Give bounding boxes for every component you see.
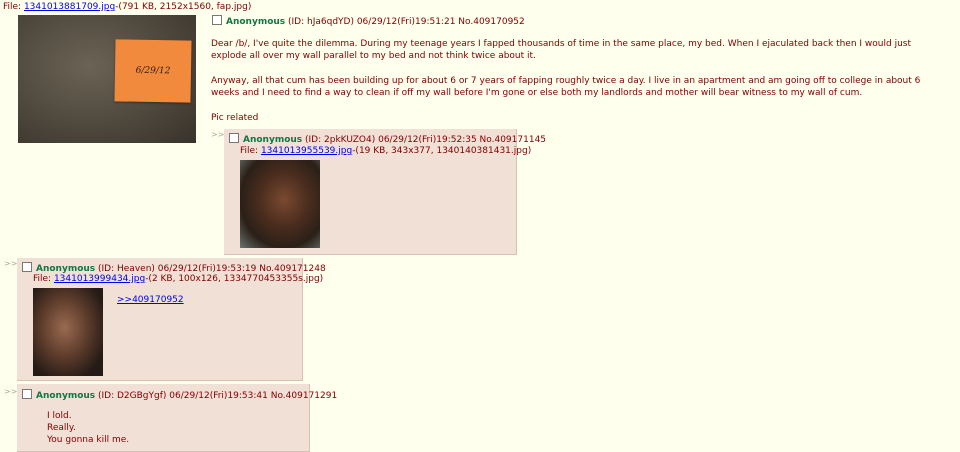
op-file-link[interactable]: 1341013881709.jpg bbox=[24, 2, 115, 12]
op-post-body: Dear /b/, I've quite the dilemma. During… bbox=[211, 38, 941, 137]
file-label: File: bbox=[33, 274, 54, 284]
post-checkbox[interactable] bbox=[22, 389, 32, 399]
file-label: File: bbox=[240, 146, 261, 156]
reply-thumbnail[interactable] bbox=[240, 160, 320, 248]
post-paragraph: Dear /b/, I've quite the dilemma. During… bbox=[211, 39, 911, 61]
reply-file-info: File: 1341013999434.jpg-(2 KB, 100x126, … bbox=[33, 274, 323, 284]
op-post-header: Anonymous (ID: hJa6qdYD) 06/29/12(Fri)19… bbox=[212, 15, 525, 27]
file-label: File: bbox=[3, 2, 24, 12]
op-file-info: File: 1341013881709.jpg-(791 KB, 2152x15… bbox=[3, 2, 251, 12]
poster-name: Anonymous bbox=[226, 17, 286, 27]
reply-header: Anonymous (ID: Heaven) 06/29/12(Fri)19:5… bbox=[22, 262, 326, 274]
post-meta: (ID: Heaven) 06/29/12(Fri)19:53:19 No.40… bbox=[95, 264, 326, 274]
file-details: -(791 KB, 2152x1560, fap.jpg) bbox=[115, 2, 252, 12]
post-meta: (ID: D2GBgYgf) 06/29/12(Fri)19:53:41 No.… bbox=[95, 391, 338, 401]
reply-file-info: File: 1341013955539.jpg-(19 KB, 343x377,… bbox=[240, 146, 531, 156]
reply-file-link[interactable]: 1341013955539.jpg bbox=[261, 146, 352, 156]
post-meta: (ID: hJa6qdYD) 06/29/12(Fri)19:51:21 No.… bbox=[285, 17, 525, 27]
post-paragraph: Anyway, all that cum has been building u… bbox=[211, 76, 921, 98]
post-meta: (ID: 2pkKUZO4) 06/29/12(Fri)19:52:35 No.… bbox=[302, 135, 547, 145]
reply-arrows: >> bbox=[4, 387, 18, 396]
reply-file-link[interactable]: 1341013999434.jpg bbox=[54, 274, 145, 284]
file-details: -(19 KB, 343x377, 1340140381431.jpg) bbox=[352, 146, 532, 156]
reply-arrows: >> bbox=[4, 259, 18, 268]
poster-name: Anonymous bbox=[36, 264, 96, 274]
message-line: You gonna kill me. bbox=[47, 435, 130, 445]
reply-thumbnail[interactable] bbox=[33, 288, 103, 376]
poster-name: Anonymous bbox=[36, 391, 96, 401]
reply-header: Anonymous (ID: D2GBgYgf) 06/29/12(Fri)19… bbox=[22, 389, 337, 401]
sticky-note-image: 6/29/12 bbox=[114, 39, 192, 103]
post-checkbox[interactable] bbox=[229, 133, 239, 143]
reply-post: Anonymous (ID: Heaven) 06/29/12(Fri)19:5… bbox=[17, 258, 326, 381]
reply-message: I lold. Really. You gonna kill me. bbox=[47, 410, 129, 446]
message-line: I lold. bbox=[47, 411, 72, 421]
message-line: Really. bbox=[47, 423, 76, 433]
reply-arrows: >> bbox=[211, 130, 225, 139]
reply-post: Anonymous (ID: D2GBgYgf) 06/29/12(Fri)19… bbox=[17, 384, 337, 452]
post-checkbox[interactable] bbox=[212, 15, 222, 25]
post-checkbox[interactable] bbox=[22, 262, 32, 272]
quote-link[interactable]: >>409170952 bbox=[117, 295, 184, 305]
reply-post: Anonymous (ID: 2pkKUZO4) 06/29/12(Fri)19… bbox=[224, 129, 546, 255]
post-paragraph: Pic related bbox=[211, 113, 259, 123]
reply-header: Anonymous (ID: 2pkKUZO4) 06/29/12(Fri)19… bbox=[229, 133, 546, 145]
op-thumbnail[interactable]: 6/29/12 bbox=[18, 15, 196, 143]
file-details: -(2 KB, 100x126, 1334770453355s.jpg) bbox=[145, 274, 324, 284]
poster-name: Anonymous bbox=[243, 135, 303, 145]
